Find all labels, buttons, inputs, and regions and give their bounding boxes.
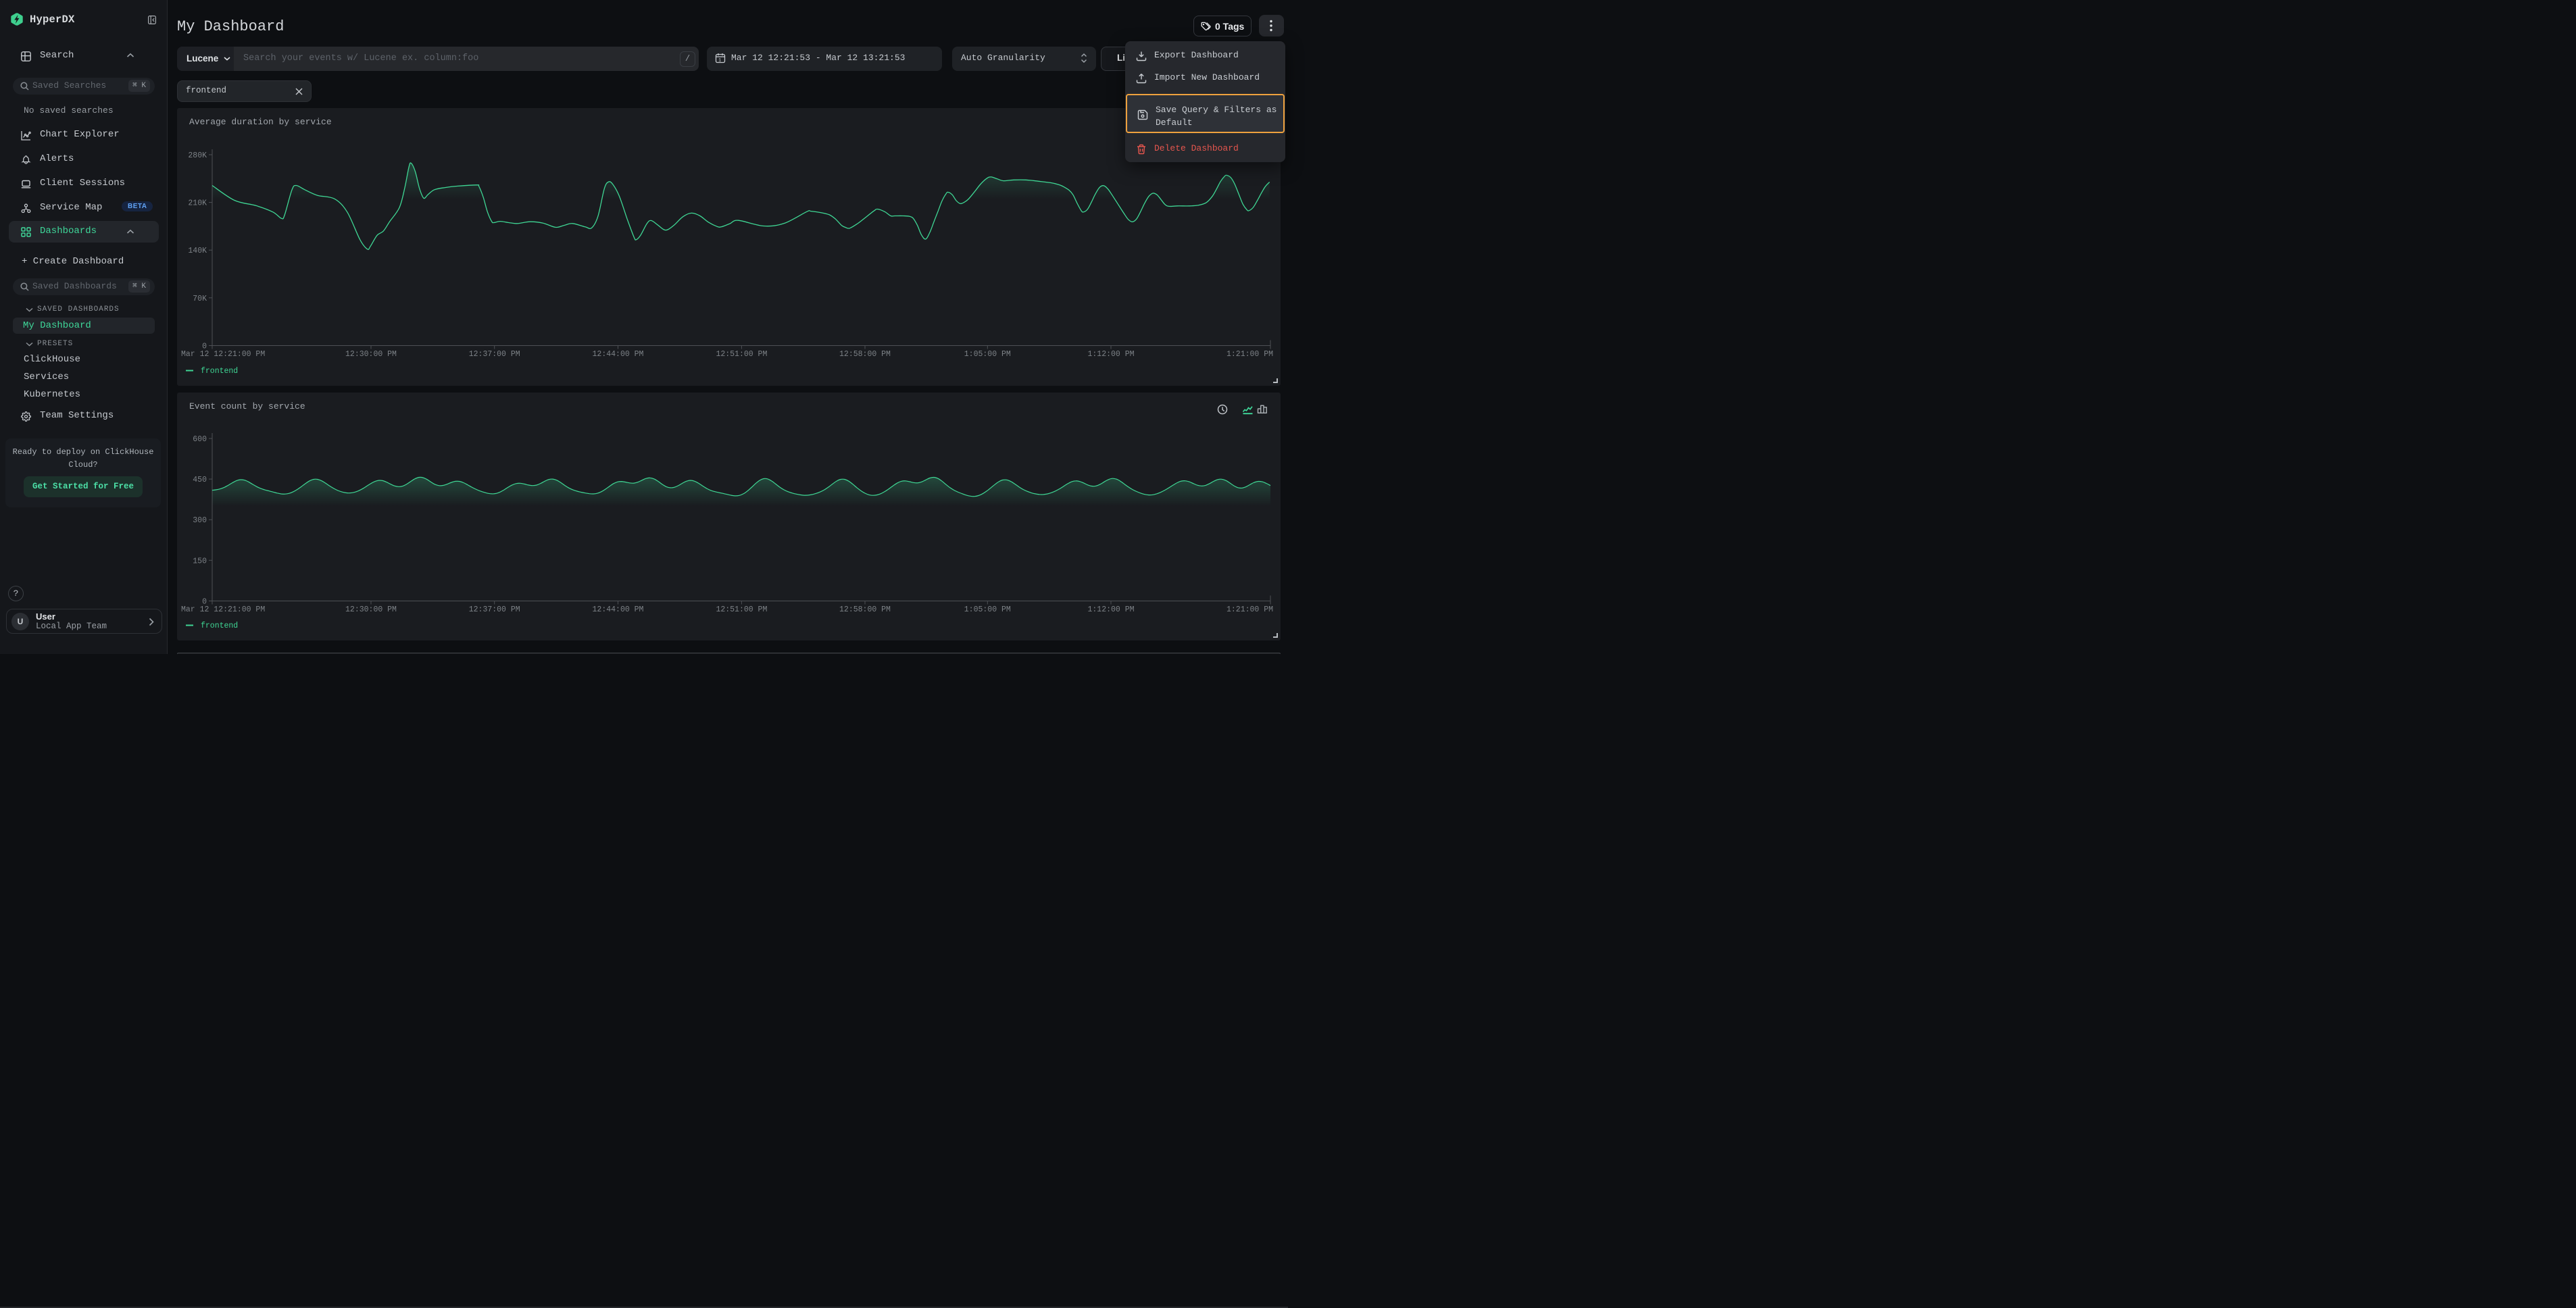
- svg-text:12:37:00 PM: 12:37:00 PM: [469, 605, 520, 614]
- svg-text:12:51:00 PM: 12:51:00 PM: [716, 605, 767, 614]
- svg-text:150: 150: [193, 557, 207, 565]
- svg-text:1:05:00 PM: 1:05:00 PM: [964, 350, 1011, 359]
- svg-text:12:51:00 PM: 12:51:00 PM: [716, 350, 767, 359]
- svg-text:Mar 12 12:21:00 PM: Mar 12 12:21:00 PM: [181, 605, 265, 614]
- svg-text:12:30:00 PM: 12:30:00 PM: [345, 350, 397, 359]
- svg-text:140K: 140K: [188, 247, 207, 255]
- svg-text:frontend: frontend: [201, 367, 238, 376]
- svg-text:70K: 70K: [193, 295, 207, 303]
- svg-text:1:21:00 PM: 1:21:00 PM: [1227, 350, 1273, 359]
- svg-text:12:37:00 PM: 12:37:00 PM: [469, 350, 520, 359]
- svg-text:300: 300: [193, 516, 207, 525]
- svg-text:12:58:00 PM: 12:58:00 PM: [839, 605, 891, 614]
- svg-text:1:05:00 PM: 1:05:00 PM: [964, 605, 1011, 614]
- svg-text:1:21:00 PM: 1:21:00 PM: [1227, 605, 1273, 614]
- svg-text:600: 600: [193, 435, 207, 444]
- svg-text:1:12:00 PM: 1:12:00 PM: [1087, 605, 1134, 614]
- svg-text:280K: 280K: [188, 151, 207, 160]
- svg-text:12:44:00 PM: 12:44:00 PM: [593, 605, 644, 614]
- svg-text:210K: 210K: [188, 199, 207, 208]
- svg-text:1:12:00 PM: 1:12:00 PM: [1087, 350, 1134, 359]
- svg-text:Mar 12 12:21:00 PM: Mar 12 12:21:00 PM: [181, 350, 265, 359]
- svg-text:12:44:00 PM: 12:44:00 PM: [593, 350, 644, 359]
- svg-text:1: 1: [718, 58, 721, 64]
- svg-text:frontend: frontend: [201, 622, 238, 630]
- svg-text:450: 450: [193, 476, 207, 484]
- svg-text:12:30:00 PM: 12:30:00 PM: [345, 605, 397, 614]
- svg-text:12:58:00 PM: 12:58:00 PM: [839, 350, 891, 359]
